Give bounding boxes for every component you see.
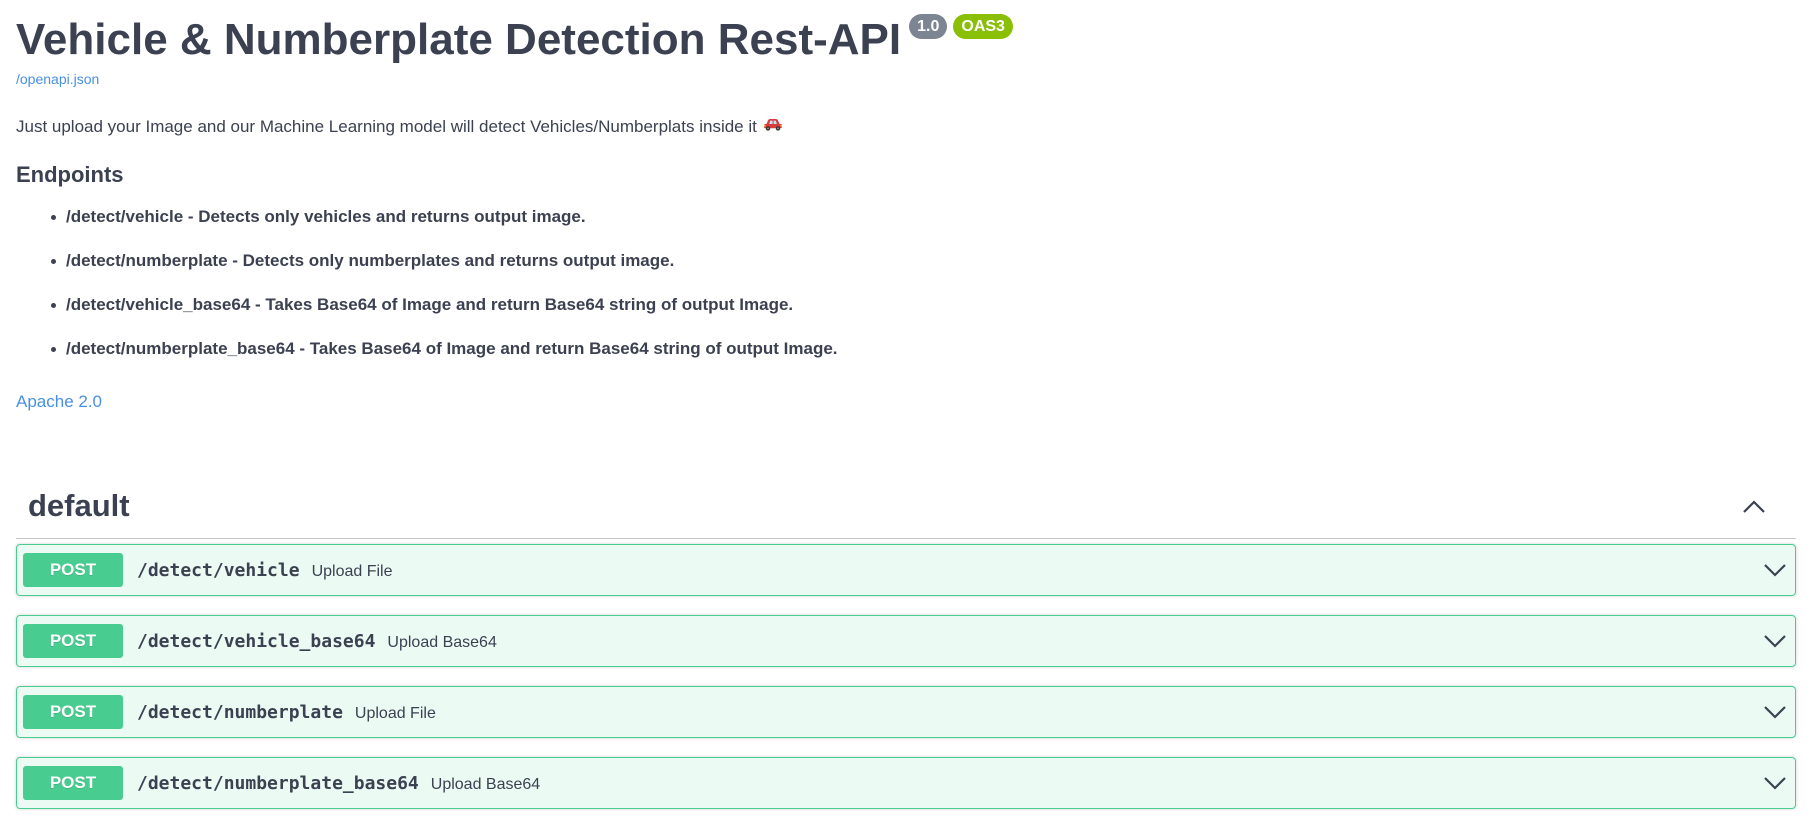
operation-summary: Upload Base64 xyxy=(430,776,541,793)
list-item: /detect/vehicle - Detects only vehicles … xyxy=(51,207,838,252)
chevron-down-icon[interactable] xyxy=(1763,775,1787,796)
bullet-icon xyxy=(51,347,56,352)
oas-badge: OAS3 xyxy=(953,14,1013,39)
endpoint-description: /detect/numberplate - Detects only numbe… xyxy=(66,251,675,270)
opblock-post-detect-numberplate[interactable]: POST /detect/numberplate Upload File xyxy=(16,686,1796,738)
tag-name: default xyxy=(28,488,130,523)
openapi-json-link[interactable]: /openapi.json xyxy=(16,71,99,87)
path-text: /detect/numberplate_base64 xyxy=(137,773,419,794)
tag-header[interactable]: default xyxy=(16,478,1796,539)
car-icon xyxy=(763,116,783,136)
opblock-post-detect-numberplate-base64[interactable]: POST /detect/numberplate_base64 Upload Ba… xyxy=(16,757,1796,809)
bullet-icon xyxy=(51,259,56,264)
operation-path: /detect/vehicle Upload File xyxy=(137,560,393,581)
list-item: /detect/vehicle_base64 - Takes Base64 of… xyxy=(51,295,838,340)
method-badge: POST xyxy=(23,695,123,729)
opblock-post-detect-vehicle-base64[interactable]: POST /detect/vehicle_base64 Upload Base64 xyxy=(16,615,1796,667)
operation-summary: Upload File xyxy=(311,563,393,580)
bullet-icon xyxy=(51,303,56,308)
endpoints-heading: Endpoints xyxy=(16,162,124,187)
version-badge: 1.0 xyxy=(909,14,948,39)
operation-summary: Upload Base64 xyxy=(387,634,497,651)
path-text: /detect/vehicle_base64 xyxy=(137,631,376,652)
operation-path: /detect/vehicle_base64 Upload Base64 xyxy=(137,631,497,652)
endpoint-description: /detect/numberplate_base64 - Takes Base6… xyxy=(66,339,838,358)
title-row: Vehicle & Numberplate Detection Rest-API… xyxy=(16,0,1796,66)
chevron-up-icon[interactable] xyxy=(1742,498,1766,519)
list-item: /detect/numberplate - Detects only numbe… xyxy=(51,251,838,296)
path-text: /detect/vehicle xyxy=(137,560,300,581)
endpoint-list: /detect/vehicle - Detects only vehicles … xyxy=(16,208,838,384)
endpoint-description: /detect/vehicle - Detects only vehicles … xyxy=(66,207,586,226)
operation-path: /detect/numberplate_base64 Upload Base64 xyxy=(137,773,540,794)
operations-list: POST /detect/vehicle Upload File POST /de… xyxy=(16,544,1796,809)
opblock-post-detect-vehicle[interactable]: POST /detect/vehicle Upload File xyxy=(16,544,1796,596)
bullet-icon xyxy=(51,215,56,220)
list-item: /detect/numberplate_base64 - Takes Base6… xyxy=(51,339,838,384)
tag-section-default: default POST /detect/vehicle Upload File … xyxy=(16,478,1796,828)
method-badge: POST xyxy=(23,553,123,587)
description-text: Just upload your Image and our Machine L… xyxy=(16,117,757,136)
chevron-down-icon[interactable] xyxy=(1763,704,1787,725)
api-title: Vehicle & Numberplate Detection Rest-API xyxy=(16,15,902,64)
endpoint-description: /detect/vehicle_base64 - Takes Base64 of… xyxy=(66,295,794,314)
chevron-down-icon[interactable] xyxy=(1763,633,1787,654)
method-badge: POST xyxy=(23,624,123,658)
license-link[interactable]: Apache 2.0 xyxy=(16,392,102,412)
method-badge: POST xyxy=(23,766,123,800)
operation-summary: Upload File xyxy=(354,705,436,722)
chevron-down-icon[interactable] xyxy=(1763,562,1787,583)
operation-path: /detect/numberplate Upload File xyxy=(137,702,436,723)
path-text: /detect/numberplate xyxy=(137,702,343,723)
api-info: Vehicle & Numberplate Detection Rest-API… xyxy=(16,0,1796,411)
api-description: Just upload your Image and our Machine L… xyxy=(16,117,783,137)
